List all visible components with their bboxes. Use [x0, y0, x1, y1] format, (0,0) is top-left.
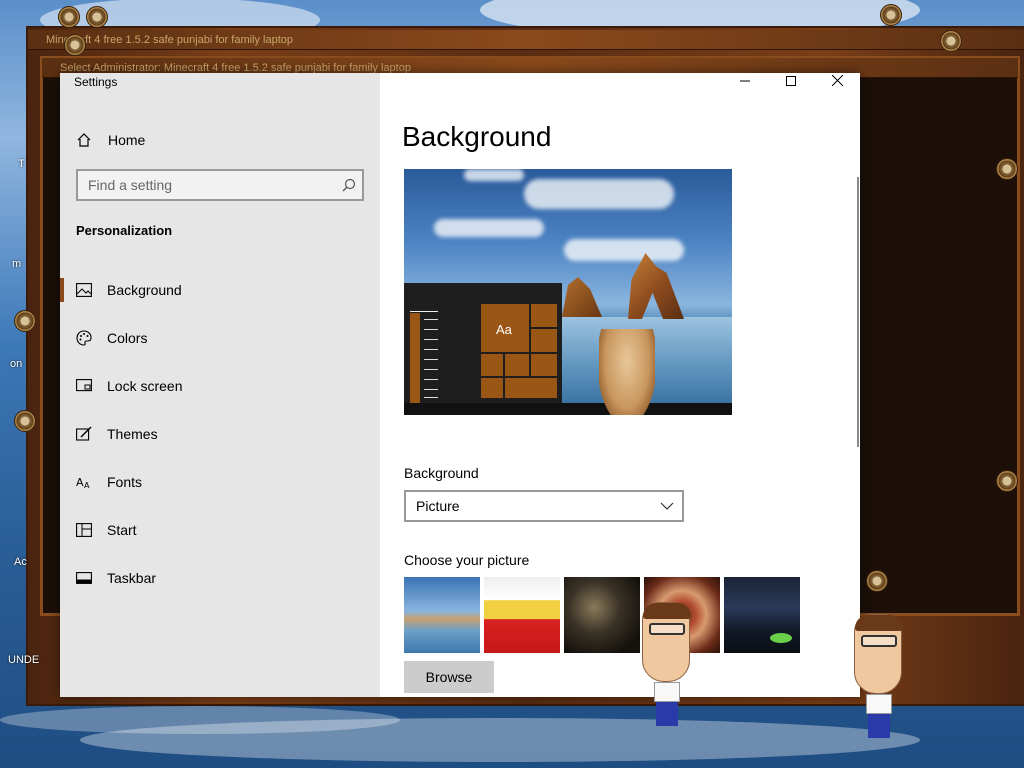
background-label: Background	[404, 465, 479, 481]
browse-button[interactable]: Browse	[404, 661, 494, 693]
sidebar: Settings Home Personalization Background	[60, 73, 380, 697]
gear-icon	[880, 4, 902, 26]
content-pane: Background Aa Background Picture Choose …	[380, 73, 860, 697]
sidebar-item-label: Fonts	[107, 474, 143, 490]
desktop-label[interactable]: Ac	[14, 556, 27, 568]
svg-text:A: A	[84, 481, 90, 489]
maximize-button[interactable]	[768, 73, 814, 91]
picture-thumbnail[interactable]	[484, 577, 560, 653]
desktop-label[interactable]: m	[12, 258, 21, 270]
window-controls	[722, 73, 860, 91]
picture-thumbnail[interactable]	[564, 577, 640, 653]
gear-icon	[64, 34, 86, 56]
close-icon	[831, 73, 843, 91]
search-icon[interactable]	[336, 178, 362, 192]
preview-tile-text: Aa	[496, 322, 512, 337]
gear-icon	[866, 570, 888, 592]
sidebar-item-label: Background	[107, 282, 182, 298]
sidebar-item-label: Colors	[107, 330, 148, 346]
sidebar-item-home[interactable]: Home	[76, 128, 145, 152]
minimize-icon	[740, 73, 750, 91]
chevron-down-icon	[652, 502, 682, 510]
page-title: Background	[402, 121, 552, 152]
home-icon	[76, 132, 92, 148]
search-input[interactable]	[78, 177, 336, 193]
background-dropdown-value: Picture	[416, 498, 460, 514]
sidebar-item-label: Themes	[107, 426, 158, 442]
lock-screen-icon	[76, 378, 92, 394]
gear-icon	[996, 158, 1018, 180]
sidebar-item-colors[interactable]: Colors	[60, 314, 380, 362]
background-dropdown[interactable]: Picture	[404, 490, 684, 522]
svg-text:A: A	[76, 476, 84, 489]
app-title: Settings	[74, 75, 118, 89]
gear-icon	[996, 470, 1018, 492]
fonts-icon: AA	[76, 474, 92, 490]
sidebar-item-background[interactable]: Background	[60, 266, 380, 314]
gear-icon	[14, 310, 36, 332]
sidebar-item-label: Start	[107, 522, 137, 538]
scrollbar[interactable]	[857, 177, 859, 447]
gear-icon	[14, 410, 36, 432]
settings-window: Settings Home Personalization Background	[60, 73, 860, 697]
sidebar-item-themes[interactable]: Themes	[60, 410, 380, 458]
search-box	[76, 169, 364, 201]
start-icon	[76, 522, 92, 538]
taskbar-icon	[76, 570, 92, 586]
cartoon-character	[854, 614, 904, 738]
gear-icon	[58, 6, 80, 28]
minimize-button[interactable]	[722, 73, 768, 91]
background-window-title-bar: Minecraft 4 free 1.5.2 safe punjabi for …	[28, 30, 1024, 50]
sidebar-nav: Background Colors Lock screen Themes A A…	[60, 266, 380, 602]
brush-icon	[76, 426, 92, 442]
sidebar-item-start[interactable]: Start	[60, 506, 380, 554]
gear-icon	[940, 30, 962, 52]
picture-thumbnail[interactable]	[724, 577, 800, 653]
sidebar-item-fonts[interactable]: AA Fonts	[60, 458, 380, 506]
choose-picture-label: Choose your picture	[404, 552, 530, 568]
cartoon-character	[642, 602, 692, 726]
background-preview: Aa	[404, 169, 732, 415]
home-label: Home	[108, 132, 146, 148]
desktop-label[interactable]: T	[18, 158, 25, 170]
palette-icon	[76, 330, 92, 346]
picture-icon	[76, 282, 92, 298]
picture-thumbnail[interactable]	[404, 577, 480, 653]
close-button[interactable]	[814, 73, 860, 91]
gear-icon	[86, 6, 108, 28]
sidebar-item-label: Taskbar	[107, 570, 157, 586]
section-title: Personalization	[76, 223, 173, 238]
sidebar-item-lock-screen[interactable]: Lock screen	[60, 362, 380, 410]
maximize-icon	[786, 73, 796, 91]
picture-thumbnails	[404, 577, 800, 653]
desktop-label[interactable]: UNDE	[8, 654, 39, 666]
sidebar-item-taskbar[interactable]: Taskbar	[60, 554, 380, 602]
sidebar-item-label: Lock screen	[107, 378, 183, 394]
desktop-label[interactable]: on	[10, 358, 22, 370]
